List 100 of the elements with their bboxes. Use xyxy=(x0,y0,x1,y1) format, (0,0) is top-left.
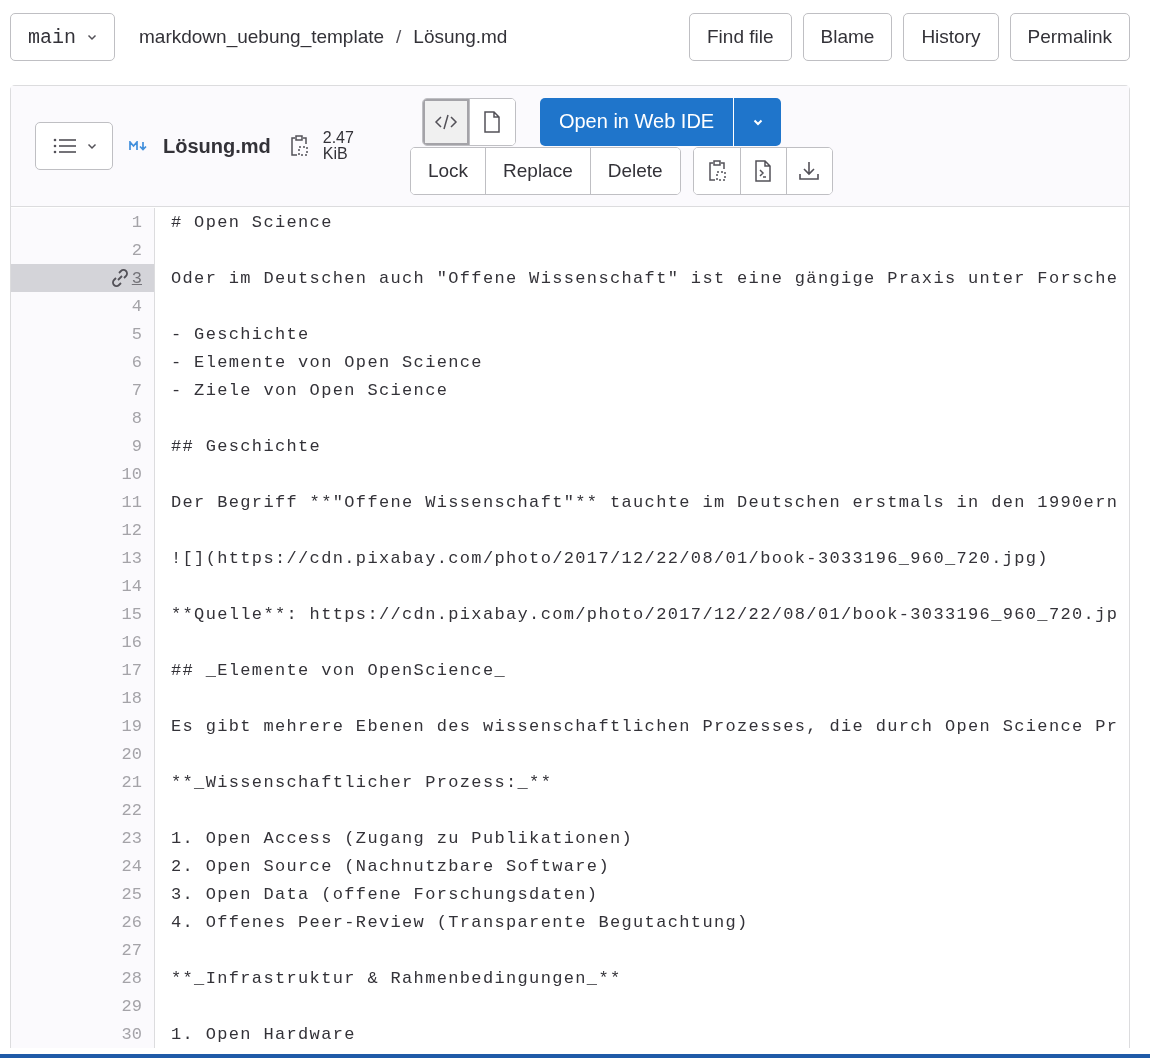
line-number[interactable]: 4 xyxy=(131,296,142,316)
line-number-cell[interactable]: 21 xyxy=(11,768,155,796)
line-number-cell[interactable]: 10 xyxy=(11,460,155,488)
code-line: 1. Open Access (Zugang zu Publikationen) xyxy=(171,828,634,848)
code-line: **Quelle**: https://cdn.pixabay.com/photo/2017/12/22/08/01/book-3033196_960_720.jp xyxy=(171,604,1119,624)
line-number[interactable]: 28 xyxy=(121,968,142,988)
branch-dropdown[interactable]: main xyxy=(10,13,115,61)
line-number[interactable]: 15 xyxy=(121,604,142,624)
line-number[interactable]: 24 xyxy=(121,856,142,876)
line-number[interactable]: 17 xyxy=(121,660,142,680)
line-number[interactable]: 16 xyxy=(121,632,142,652)
line-number-cell[interactable]: 4 xyxy=(11,292,155,320)
line-number-cell[interactable]: 27 xyxy=(11,936,155,964)
line-number-cell[interactable]: 9 xyxy=(11,432,155,460)
line-number-cell[interactable]: 13 xyxy=(11,544,155,572)
line-number-cell[interactable]: 16 xyxy=(11,628,155,656)
line-number[interactable]: 20 xyxy=(121,744,142,764)
line-number-cell[interactable]: 2 xyxy=(11,236,155,264)
line-number[interactable]: 19 xyxy=(121,716,142,736)
markdown-icon xyxy=(129,141,149,151)
list-icon xyxy=(52,137,78,155)
code-line: Es gibt mehrere Ebenen des wissenschaftlichen Prozesses, die durch Open Science Pr xyxy=(171,716,1119,736)
line-number[interactable]: 13 xyxy=(121,548,142,568)
line-number-cell[interactable]: 25 xyxy=(11,880,155,908)
file-action-button[interactable]: Find file xyxy=(689,13,792,61)
breadcrumb-separator: / xyxy=(396,26,402,48)
code-line: 3. Open Data (offene Forschungsdaten) xyxy=(171,884,599,904)
line-number-cell[interactable]: 29 xyxy=(11,992,155,1020)
code-line: Der Begriff **"Offene Wissenschaft"** tauchte im Deutschen erstmals in den 1990ern xyxy=(171,492,1119,512)
line-number[interactable]: 5 xyxy=(131,324,142,344)
line-number[interactable]: 2 xyxy=(131,240,142,260)
line-number-cell[interactable]: 19 xyxy=(11,712,155,740)
line-number-cell[interactable]: 24 xyxy=(11,852,155,880)
line-number-cell[interactable]: 15 xyxy=(11,600,155,628)
source-view-button[interactable] xyxy=(422,98,469,145)
link-icon xyxy=(109,268,130,288)
line-number[interactable]: 1 xyxy=(131,212,142,232)
document-icon xyxy=(483,110,502,133)
breadcrumb-link[interactable]: Lösung.md xyxy=(413,26,508,48)
terminal-file-icon xyxy=(754,159,773,182)
line-number-cell[interactable]: 20 xyxy=(11,740,155,768)
line-number[interactable]: 11 xyxy=(121,492,142,512)
line-number[interactable]: 23 xyxy=(121,828,142,848)
file-action-button[interactable]: History xyxy=(903,13,999,61)
line-number[interactable]: 8 xyxy=(131,408,142,428)
line-number[interactable]: 22 xyxy=(121,800,142,820)
open-in-web-ide-button[interactable]: Open in Web IDE xyxy=(539,97,734,146)
line-number-cell[interactable]: 22 xyxy=(11,796,155,824)
line-number[interactable]: 12 xyxy=(121,520,142,540)
copy-path-button[interactable] xyxy=(288,135,309,157)
line-number[interactable]: 9 xyxy=(131,436,142,456)
rendered-view-button[interactable] xyxy=(468,98,515,145)
code-line: ## Geschichte xyxy=(171,436,322,456)
line-number[interactable]: 26 xyxy=(121,912,142,932)
code-line: ![](https://cdn.pixabay.com/photo/2017/12/22/08/01/book-3033196_960_720.jpg) xyxy=(171,548,1049,568)
line-number[interactable]: 3 xyxy=(131,268,142,288)
code-line: ## _Elemente von OpenScience_ xyxy=(171,660,506,680)
breadcrumb-link[interactable]: markdown_uebung_template xyxy=(139,26,385,48)
line-number[interactable]: 14 xyxy=(121,576,142,596)
file-action-button[interactable]: Delete xyxy=(589,147,680,194)
web-ide-dropdown-button[interactable] xyxy=(733,97,782,146)
line-number[interactable]: 6 xyxy=(131,352,142,372)
file-action-button[interactable]: Permalink xyxy=(1009,13,1130,61)
code-line: 1. Open Hardware xyxy=(171,1024,356,1044)
file-size-unit: KiB xyxy=(322,146,349,162)
line-number-cell[interactable]: 12 xyxy=(11,516,155,544)
line-number[interactable]: 7 xyxy=(131,380,142,400)
line-number[interactable]: 25 xyxy=(121,884,142,904)
line-number[interactable]: 30 xyxy=(121,1024,142,1044)
line-number-cell[interactable]: 7 xyxy=(11,376,155,404)
line-number-cell[interactable]: 23 xyxy=(11,824,155,852)
line-number-cell[interactable]: 14 xyxy=(11,572,155,600)
line-number[interactable]: 18 xyxy=(121,688,142,708)
download-button[interactable] xyxy=(785,147,832,194)
clipboard-icon xyxy=(706,159,727,182)
line-number[interactable]: 27 xyxy=(121,940,142,960)
code-line: 2. Open Source (Nachnutzbare Software) xyxy=(171,856,610,876)
line-number[interactable]: 29 xyxy=(121,996,142,1016)
line-number-cell[interactable]: 28 xyxy=(11,964,155,992)
line-number-cell[interactable]: 8 xyxy=(11,404,155,432)
line-number-cell[interactable]: 17 xyxy=(11,656,155,684)
code-line: - Geschichte xyxy=(171,324,310,344)
line-number-cell[interactable]: 18 xyxy=(11,684,155,712)
outline-dropdown[interactable] xyxy=(35,122,113,170)
line-number-cell[interactable]: 1 xyxy=(11,208,155,236)
download-icon xyxy=(798,160,821,181)
line-number-cell[interactable]: 5 xyxy=(11,320,155,348)
line-number-cell[interactable]: 3 xyxy=(11,264,155,292)
code-line: Oder im Deutschen auch "Offene Wissenschaft" ist eine gängige Praxis unter Forsche xyxy=(171,268,1119,288)
line-number[interactable]: 21 xyxy=(121,772,142,792)
code-icon xyxy=(433,112,458,131)
code-line: **_Wissenschaftlicher Prozess:_** xyxy=(171,772,553,792)
line-number-cell[interactable]: 11 xyxy=(11,488,155,516)
file-action-button[interactable]: Blame xyxy=(802,13,893,61)
line-number-cell[interactable]: 6 xyxy=(11,348,155,376)
line-number-cell[interactable]: 26 xyxy=(11,908,155,936)
line-number-cell[interactable]: 30 xyxy=(11,1020,155,1048)
code-line: 4. Offenes Peer-Review (Transparente Begutachtung) xyxy=(171,912,749,932)
line-number[interactable]: 10 xyxy=(121,464,142,484)
code-line: - Elemente von Open Science xyxy=(171,352,483,372)
